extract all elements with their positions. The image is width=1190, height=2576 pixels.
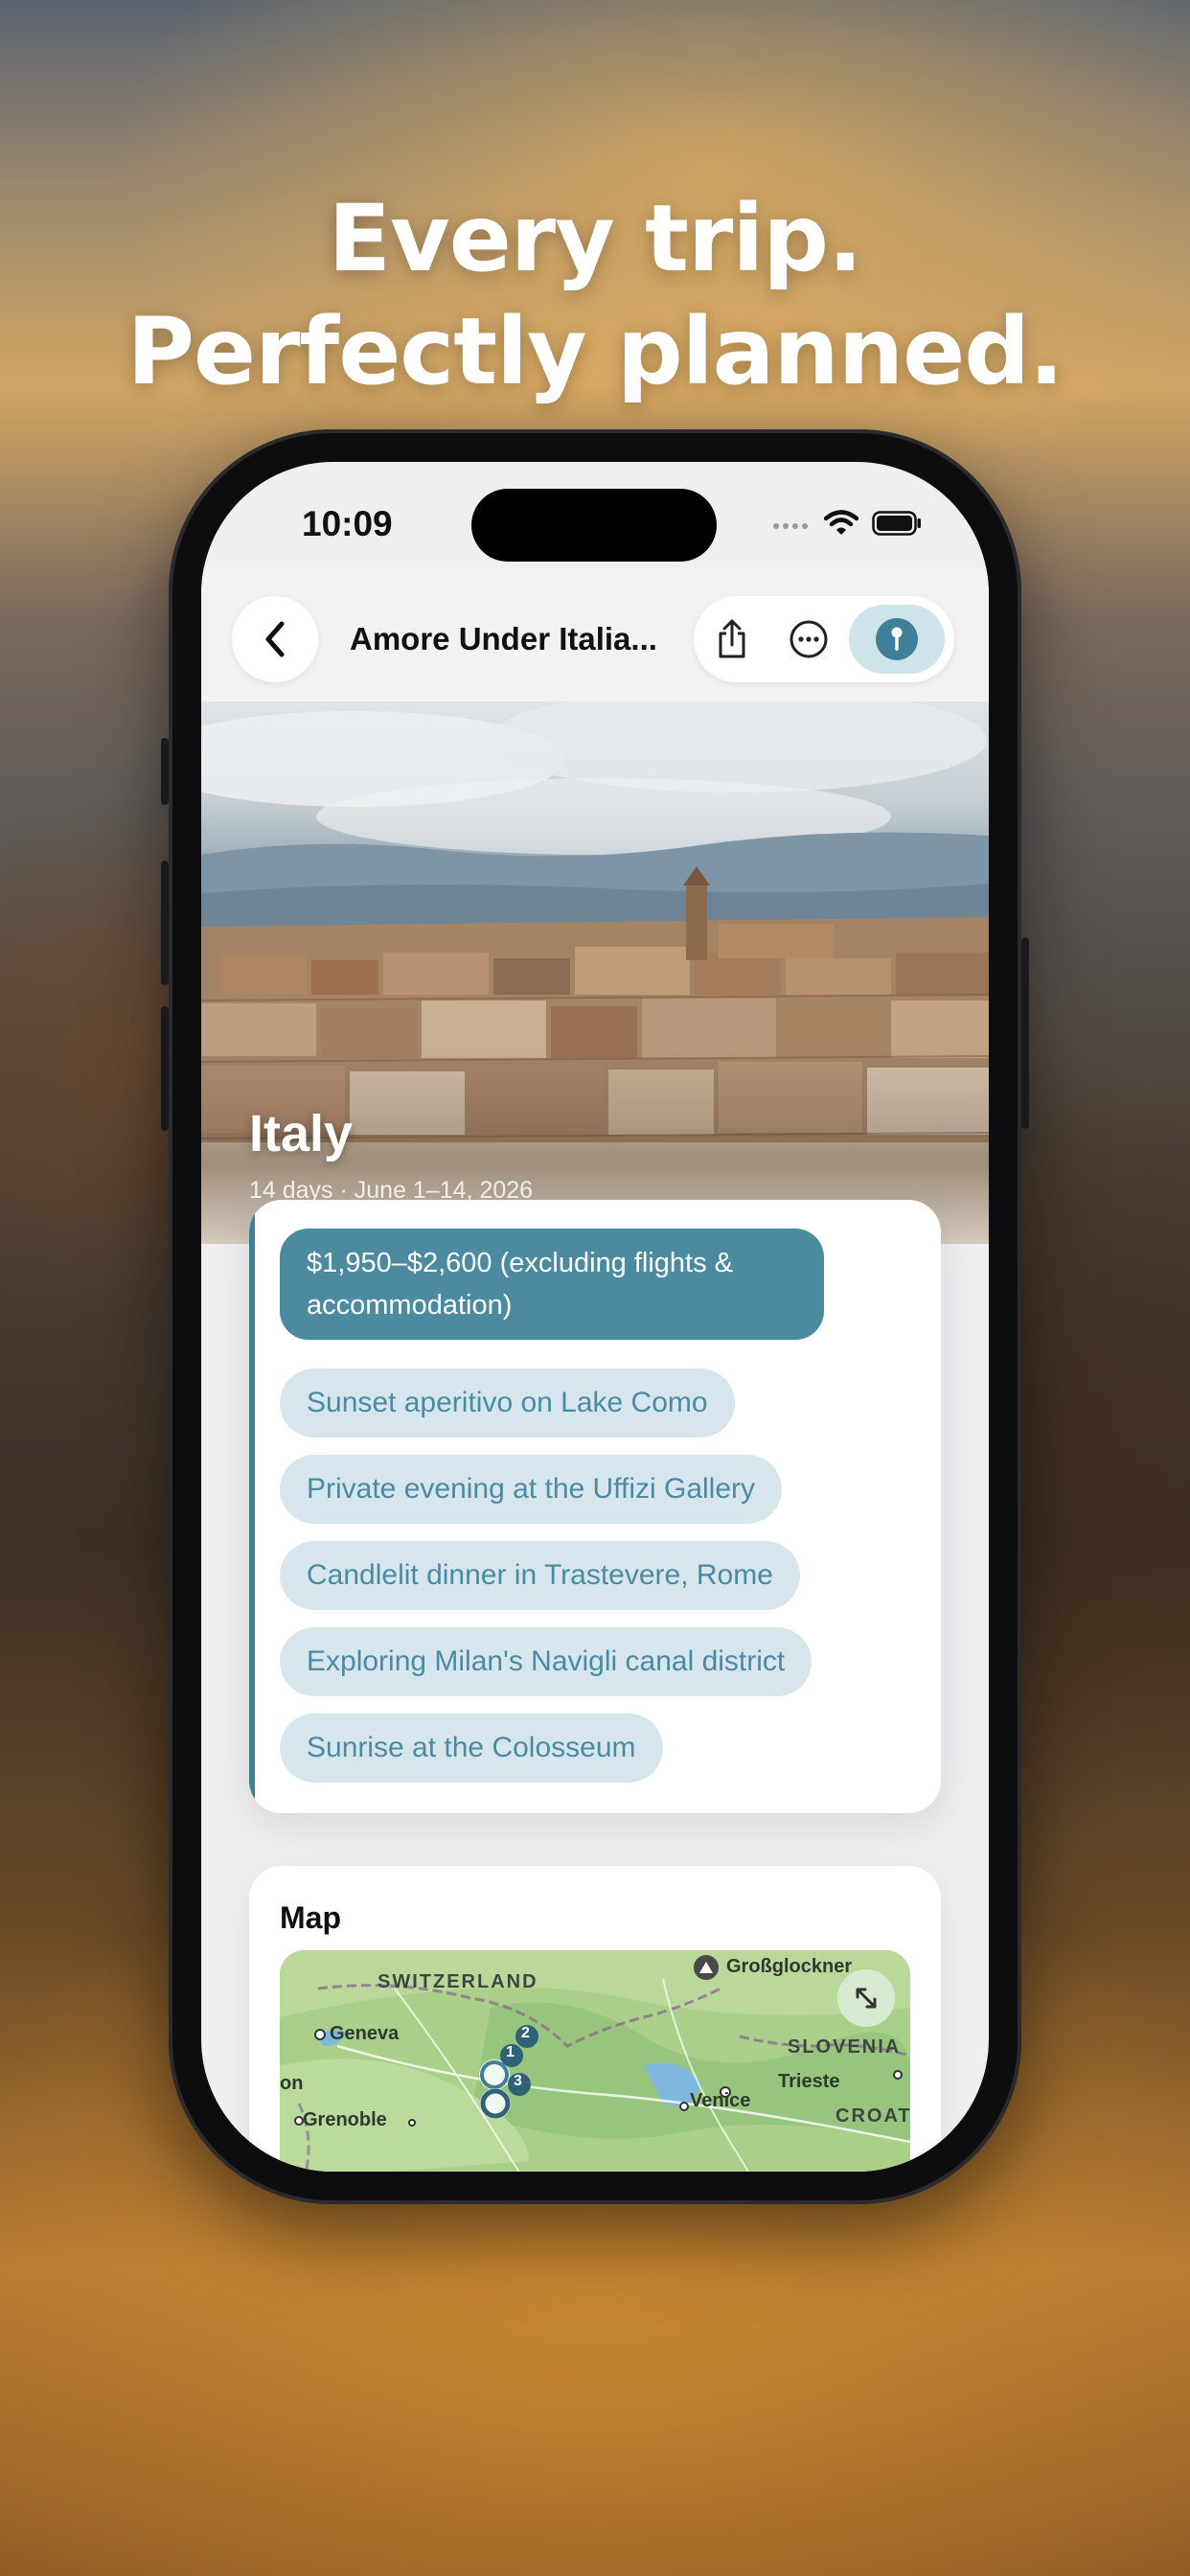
ellipsis-circle-icon [790, 620, 828, 658]
map-pin-toggle[interactable] [849, 605, 945, 674]
map-marker-label-3: 3 [514, 2073, 522, 2089]
phone-volume-up-button [161, 861, 169, 985]
highlight-chip[interactable]: Sunset aperitivo on Lake Como [280, 1368, 735, 1438]
trip-map[interactable]: SWITZERLAND Geneva on Großglockner SLOVE… [280, 1950, 910, 2172]
dynamic-island [471, 489, 717, 562]
trip-destination-title: Italy [249, 1105, 354, 1162]
map-card: Map SWITZERLAND Geneva on Großglockner S… [249, 1866, 941, 2172]
map-heading: Map [280, 1900, 341, 1935]
status-time: 10:09 [302, 504, 393, 543]
map-label-geneva: Geneva [330, 2023, 400, 2044]
trip-hero-image: Italy 14 days · June 1–14, 2026 [201, 702, 989, 1244]
map-label-on: on [280, 2073, 304, 2094]
phone-volume-down-button [161, 1006, 169, 1131]
share-icon [719, 619, 745, 658]
cellular-signal-icon [773, 523, 808, 529]
map-expand-button[interactable] [837, 1969, 895, 2027]
map-label-slovenia: SLOVENIA [788, 2036, 902, 2058]
status-bar: 10:09 [201, 462, 989, 567]
phone-power-button [1021, 937, 1029, 1129]
navigation-bar: Amore Under Italia... [201, 567, 989, 702]
phone-frame: 10:09 Amore Under Italia... Italy 14 day… [161, 429, 1029, 2204]
nav-actions-group [694, 596, 954, 682]
map-label-croatia: CROAT [835, 2105, 910, 2127]
highlight-chip[interactable]: Private evening at the Uffizi Gallery [280, 1455, 783, 1524]
highlight-chip[interactable]: Candlelit dinner in Trastevere, Rome [280, 1541, 800, 1610]
share-button[interactable] [694, 596, 770, 682]
status-icons [772, 510, 922, 537]
map-pin-icon [876, 618, 918, 660]
more-options-button[interactable] [770, 596, 847, 682]
map-label-trieste: Trieste [778, 2071, 840, 2092]
budget-chip: $1,950–$2,600 (excluding flights & accom… [280, 1229, 824, 1340]
trip-name-title: Amore Under Italia... [350, 621, 657, 656]
highlight-chip[interactable]: Sunrise at the Colosseum [280, 1714, 663, 1782]
app-screen: 10:09 Amore Under Italia... Italy 14 day… [201, 462, 989, 2172]
phone-action-button [161, 738, 169, 805]
marketing-headline: Every trip. Perfectly planned. [0, 182, 1190, 408]
map-terrain [280, 1950, 910, 2172]
headline-line-2: Perfectly planned. [126, 298, 1064, 405]
wifi-icon [824, 510, 858, 535]
headline-line-1: Every trip. [328, 185, 863, 292]
back-button[interactable] [232, 596, 318, 682]
battery-icon [872, 511, 921, 536]
trip-highlights-card: $1,950–$2,600 (excluding flights & accom… [249, 1200, 941, 1813]
card-accent-bar [249, 1200, 255, 1813]
map-marker-label-2: 2 [521, 2025, 530, 2041]
expand-arrows-icon [856, 1988, 877, 2009]
map-label-switzerland: SWITZERLAND [378, 1971, 538, 1992]
chevron-left-icon [265, 621, 285, 657]
map-marker-label-1: 1 [506, 2044, 515, 2060]
highlight-chip[interactable]: Exploring Milan's Navigli canal district [280, 1627, 812, 1696]
map-label-venice: Venice [690, 2090, 751, 2111]
map-label-grenoble: Grenoble [303, 2109, 387, 2130]
map-label-grossglockner: Großglockner [726, 1956, 853, 1977]
